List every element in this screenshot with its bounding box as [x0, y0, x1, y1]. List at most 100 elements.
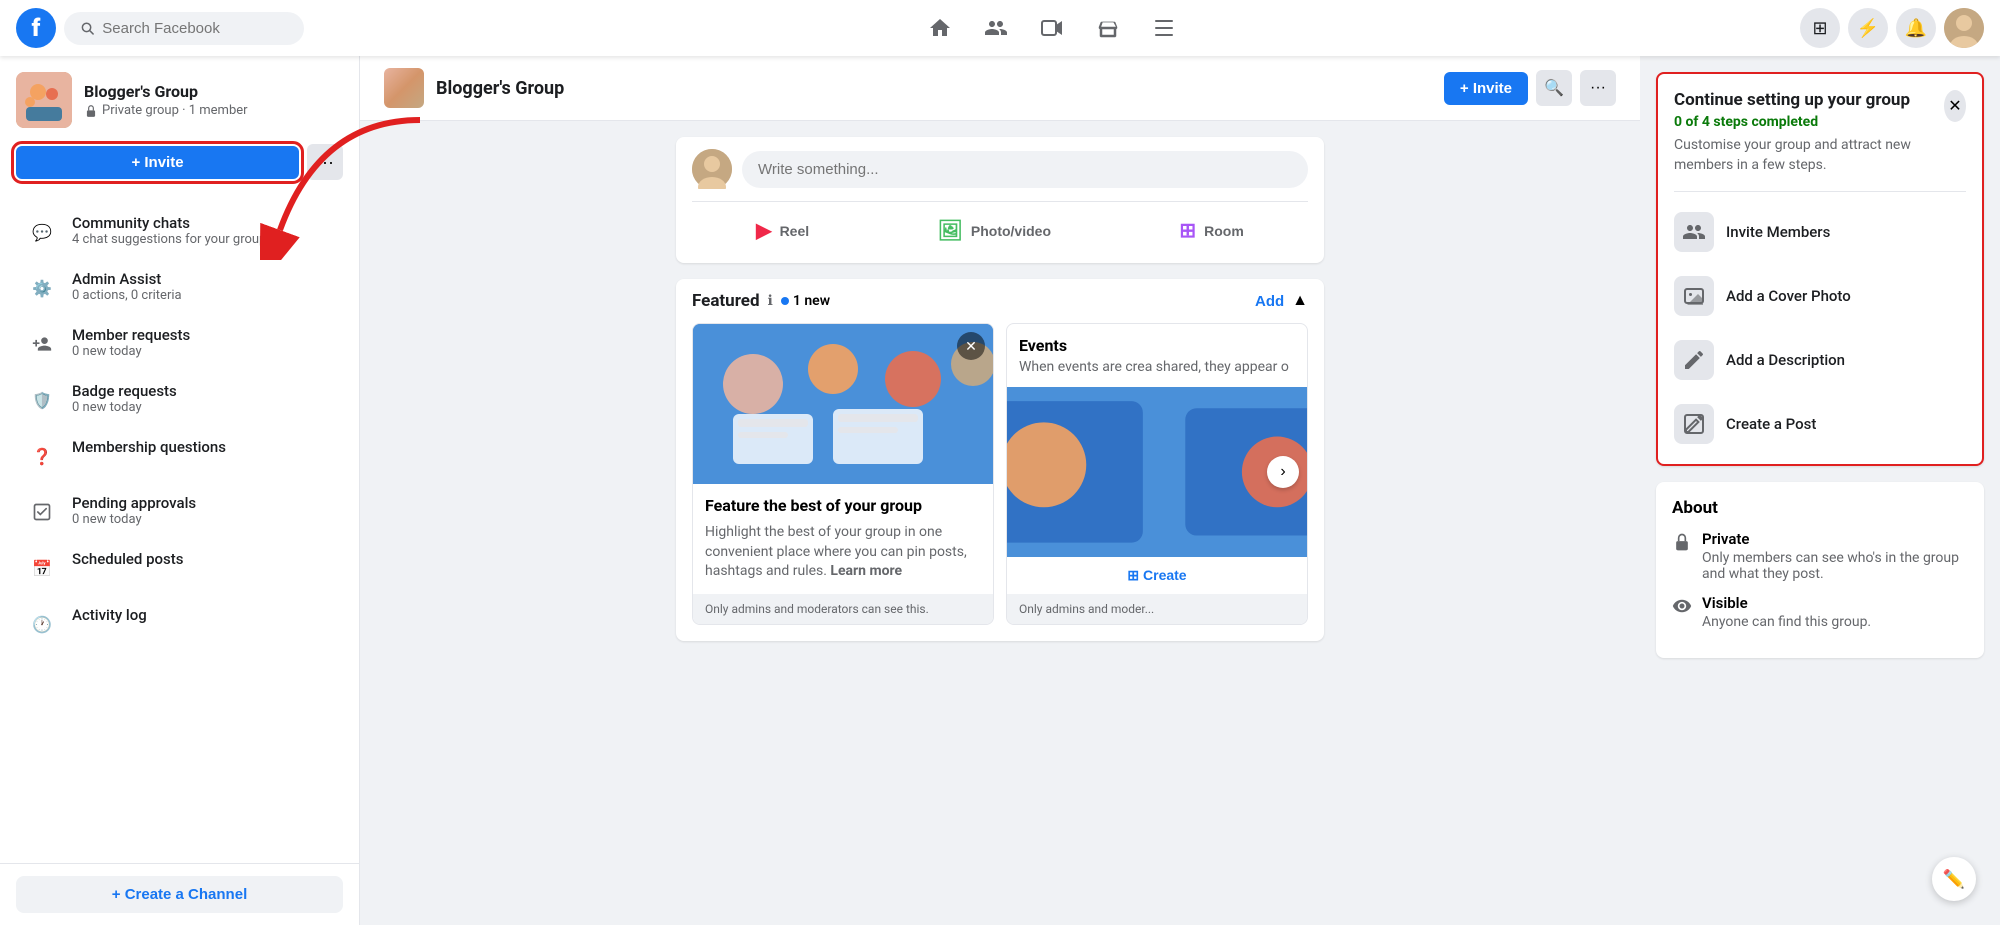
- setup-step-invite[interactable]: Invite Members: [1658, 200, 1982, 264]
- group-avatar-img: [16, 72, 72, 128]
- featured-header: Featured ℹ 1 new Add ▲: [676, 279, 1324, 323]
- events-desc: When events are crea shared, they appear…: [1019, 359, 1295, 375]
- more-button[interactable]: ···: [307, 144, 343, 180]
- search-bar[interactable]: [64, 12, 304, 45]
- post-box: ▶ Reel 🖼 Photo/video ⊞ Room: [676, 137, 1324, 263]
- setup-step-cover-photo[interactable]: Add a Cover Photo: [1658, 264, 1982, 328]
- description-icon: [1674, 340, 1714, 380]
- create-post-icon: [1674, 404, 1714, 444]
- nav-video-button[interactable]: [1028, 4, 1076, 52]
- sidebar-item-scheduled-posts[interactable]: 📅 Scheduled posts: [8, 540, 351, 596]
- main-content: Blogger's Group + Invite 🔍 ···: [360, 56, 1640, 925]
- activity-log-text: Activity log: [72, 606, 147, 624]
- nav-menu-button[interactable]: [1140, 4, 1188, 52]
- about-item-private: Private Only members can see who's in th…: [1672, 530, 1968, 582]
- search-input[interactable]: [102, 20, 288, 37]
- pending-approvals-icon: [24, 494, 60, 530]
- about-card: About Private Only members can see who's…: [1656, 482, 1984, 658]
- group-header-right: + Invite 🔍 ···: [1444, 70, 1616, 106]
- group-name: Blogger's Group: [84, 82, 248, 101]
- setup-step-description[interactable]: Add a Description: [1658, 328, 1982, 392]
- post-input-row: [692, 149, 1308, 189]
- featured-collapse-button[interactable]: ▲: [1292, 292, 1308, 310]
- messenger-button[interactable]: ⚡: [1848, 8, 1888, 48]
- events-next-button[interactable]: ›: [1267, 456, 1299, 488]
- featured-new: 1 new: [781, 293, 830, 309]
- photo-video-button[interactable]: 🖼 Photo/video: [922, 210, 1068, 251]
- featured-card-1-img: ✕: [693, 324, 993, 484]
- badge-requests-text: Badge requests 0 new today: [72, 382, 177, 415]
- facebook-logo[interactable]: f: [16, 8, 56, 48]
- setup-card: Continue setting up your group 0 of 4 st…: [1656, 72, 1984, 466]
- featured-card-close-button[interactable]: ✕: [957, 332, 985, 360]
- topbar-right: ⊞ ⚡ 🔔: [1800, 8, 1984, 48]
- nav-marketplace-button[interactable]: [1084, 4, 1132, 52]
- topbar-left: f: [16, 8, 304, 48]
- membership-questions-text: Membership questions: [72, 438, 226, 456]
- events-create-button[interactable]: ⊞ Create: [1007, 557, 1307, 594]
- setup-step-create-post[interactable]: Create a Post: [1658, 392, 1982, 456]
- setup-desc: Customise your group and attract new mem…: [1674, 136, 1944, 175]
- sidebar-item-badge-requests[interactable]: 🛡️ Badge requests 0 new today: [8, 372, 351, 428]
- about-title: About: [1672, 498, 1968, 518]
- group-header-bar: Blogger's Group + Invite 🔍 ···: [360, 56, 1640, 121]
- setup-card-header: Continue setting up your group 0 of 4 st…: [1658, 74, 1982, 191]
- private-icon: [1672, 532, 1692, 557]
- header-more-button[interactable]: ···: [1580, 70, 1616, 106]
- reel-icon: ▶: [756, 218, 771, 243]
- about-visible-text: Visible Anyone can find this group.: [1702, 594, 1871, 630]
- admin-assist-icon: ⚙️: [24, 270, 60, 306]
- sidebar-item-community-chats[interactable]: 💬 Community chats 4 chat suggestions for…: [8, 204, 351, 260]
- nav-home-button[interactable]: [916, 4, 964, 52]
- room-button[interactable]: ⊞ Room: [1163, 210, 1259, 251]
- search-icon: [80, 20, 94, 36]
- featured-section: Featured ℹ 1 new Add ▲: [676, 279, 1324, 641]
- nav-friends-button[interactable]: [972, 4, 1020, 52]
- featured-header-left: Featured ℹ 1 new: [692, 291, 830, 311]
- featured-info-icon: ℹ: [768, 293, 773, 309]
- invite-button[interactable]: + Invite: [16, 146, 299, 179]
- featured-card-1-desc: Highlight the best of your group in one …: [705, 523, 981, 582]
- cover-photo-label: Add a Cover Photo: [1726, 287, 1851, 305]
- events-title: Events: [1019, 336, 1295, 355]
- sidebar-item-pending-approvals[interactable]: Pending approvals 0 new today: [8, 484, 351, 540]
- scheduled-posts-text: Scheduled posts: [72, 550, 184, 568]
- description-label: Add a Description: [1726, 351, 1845, 369]
- sidebar-item-member-requests[interactable]: Member requests 0 new today: [8, 316, 351, 372]
- sidebar-item-activity-log[interactable]: 🕐 Activity log: [8, 596, 351, 652]
- sidebar-item-membership-questions[interactable]: ❓ Membership questions: [8, 428, 351, 484]
- admin-assist-text: Admin Assist 0 actions, 0 criteria: [72, 270, 182, 303]
- featured-header-right: Add ▲: [1255, 292, 1308, 310]
- setup-steps: Invite Members Add a Cover Photo Add a D…: [1658, 192, 1982, 464]
- learn-more-link[interactable]: Learn more: [830, 563, 902, 579]
- sidebar-item-admin-assist[interactable]: ⚙️ Admin Assist 0 actions, 0 criteria: [8, 260, 351, 316]
- visible-icon: [1672, 596, 1692, 621]
- featured-add-button[interactable]: Add: [1255, 293, 1284, 310]
- setup-card-header-text: Continue setting up your group 0 of 4 st…: [1674, 90, 1944, 175]
- sidebar-nav: 💬 Community chats 4 chat suggestions for…: [0, 196, 359, 863]
- community-chats-text: Community chats 4 chat suggestions for y…: [72, 214, 266, 247]
- user-avatar[interactable]: [1944, 8, 1984, 48]
- create-channel-button[interactable]: + Create a Channel: [16, 876, 343, 913]
- setup-close-button[interactable]: ✕: [1944, 90, 1966, 122]
- post-user-avatar: [692, 149, 732, 189]
- new-dot: [781, 297, 789, 305]
- reel-button[interactable]: ▶ Reel: [740, 210, 825, 251]
- about-item-visible: Visible Anyone can find this group.: [1672, 594, 1968, 630]
- post-input[interactable]: [742, 151, 1308, 188]
- apps-button[interactable]: ⊞: [1800, 8, 1840, 48]
- scheduled-posts-icon: 📅: [24, 550, 60, 586]
- cover-photo-icon: [1674, 276, 1714, 316]
- events-card-footer: Only admins and moder...: [1007, 594, 1307, 624]
- header-search-button[interactable]: 🔍: [1536, 70, 1572, 106]
- floating-edit-button[interactable]: ✏️: [1932, 857, 1976, 901]
- header-invite-button[interactable]: + Invite: [1444, 72, 1528, 105]
- invite-members-icon: [1674, 212, 1714, 252]
- featured-title: Featured: [692, 291, 760, 311]
- room-icon: ⊞: [1179, 218, 1196, 243]
- create-post-label: Create a Post: [1726, 415, 1816, 433]
- featured-card-1-footer: Only admins and moderators can see this.: [693, 594, 993, 624]
- sidebar-group-header: Blogger's Group Private group · 1 member: [0, 56, 359, 144]
- topbar: f ⊞ ⚡ 🔔: [0, 0, 2000, 56]
- notifications-button[interactable]: 🔔: [1896, 8, 1936, 48]
